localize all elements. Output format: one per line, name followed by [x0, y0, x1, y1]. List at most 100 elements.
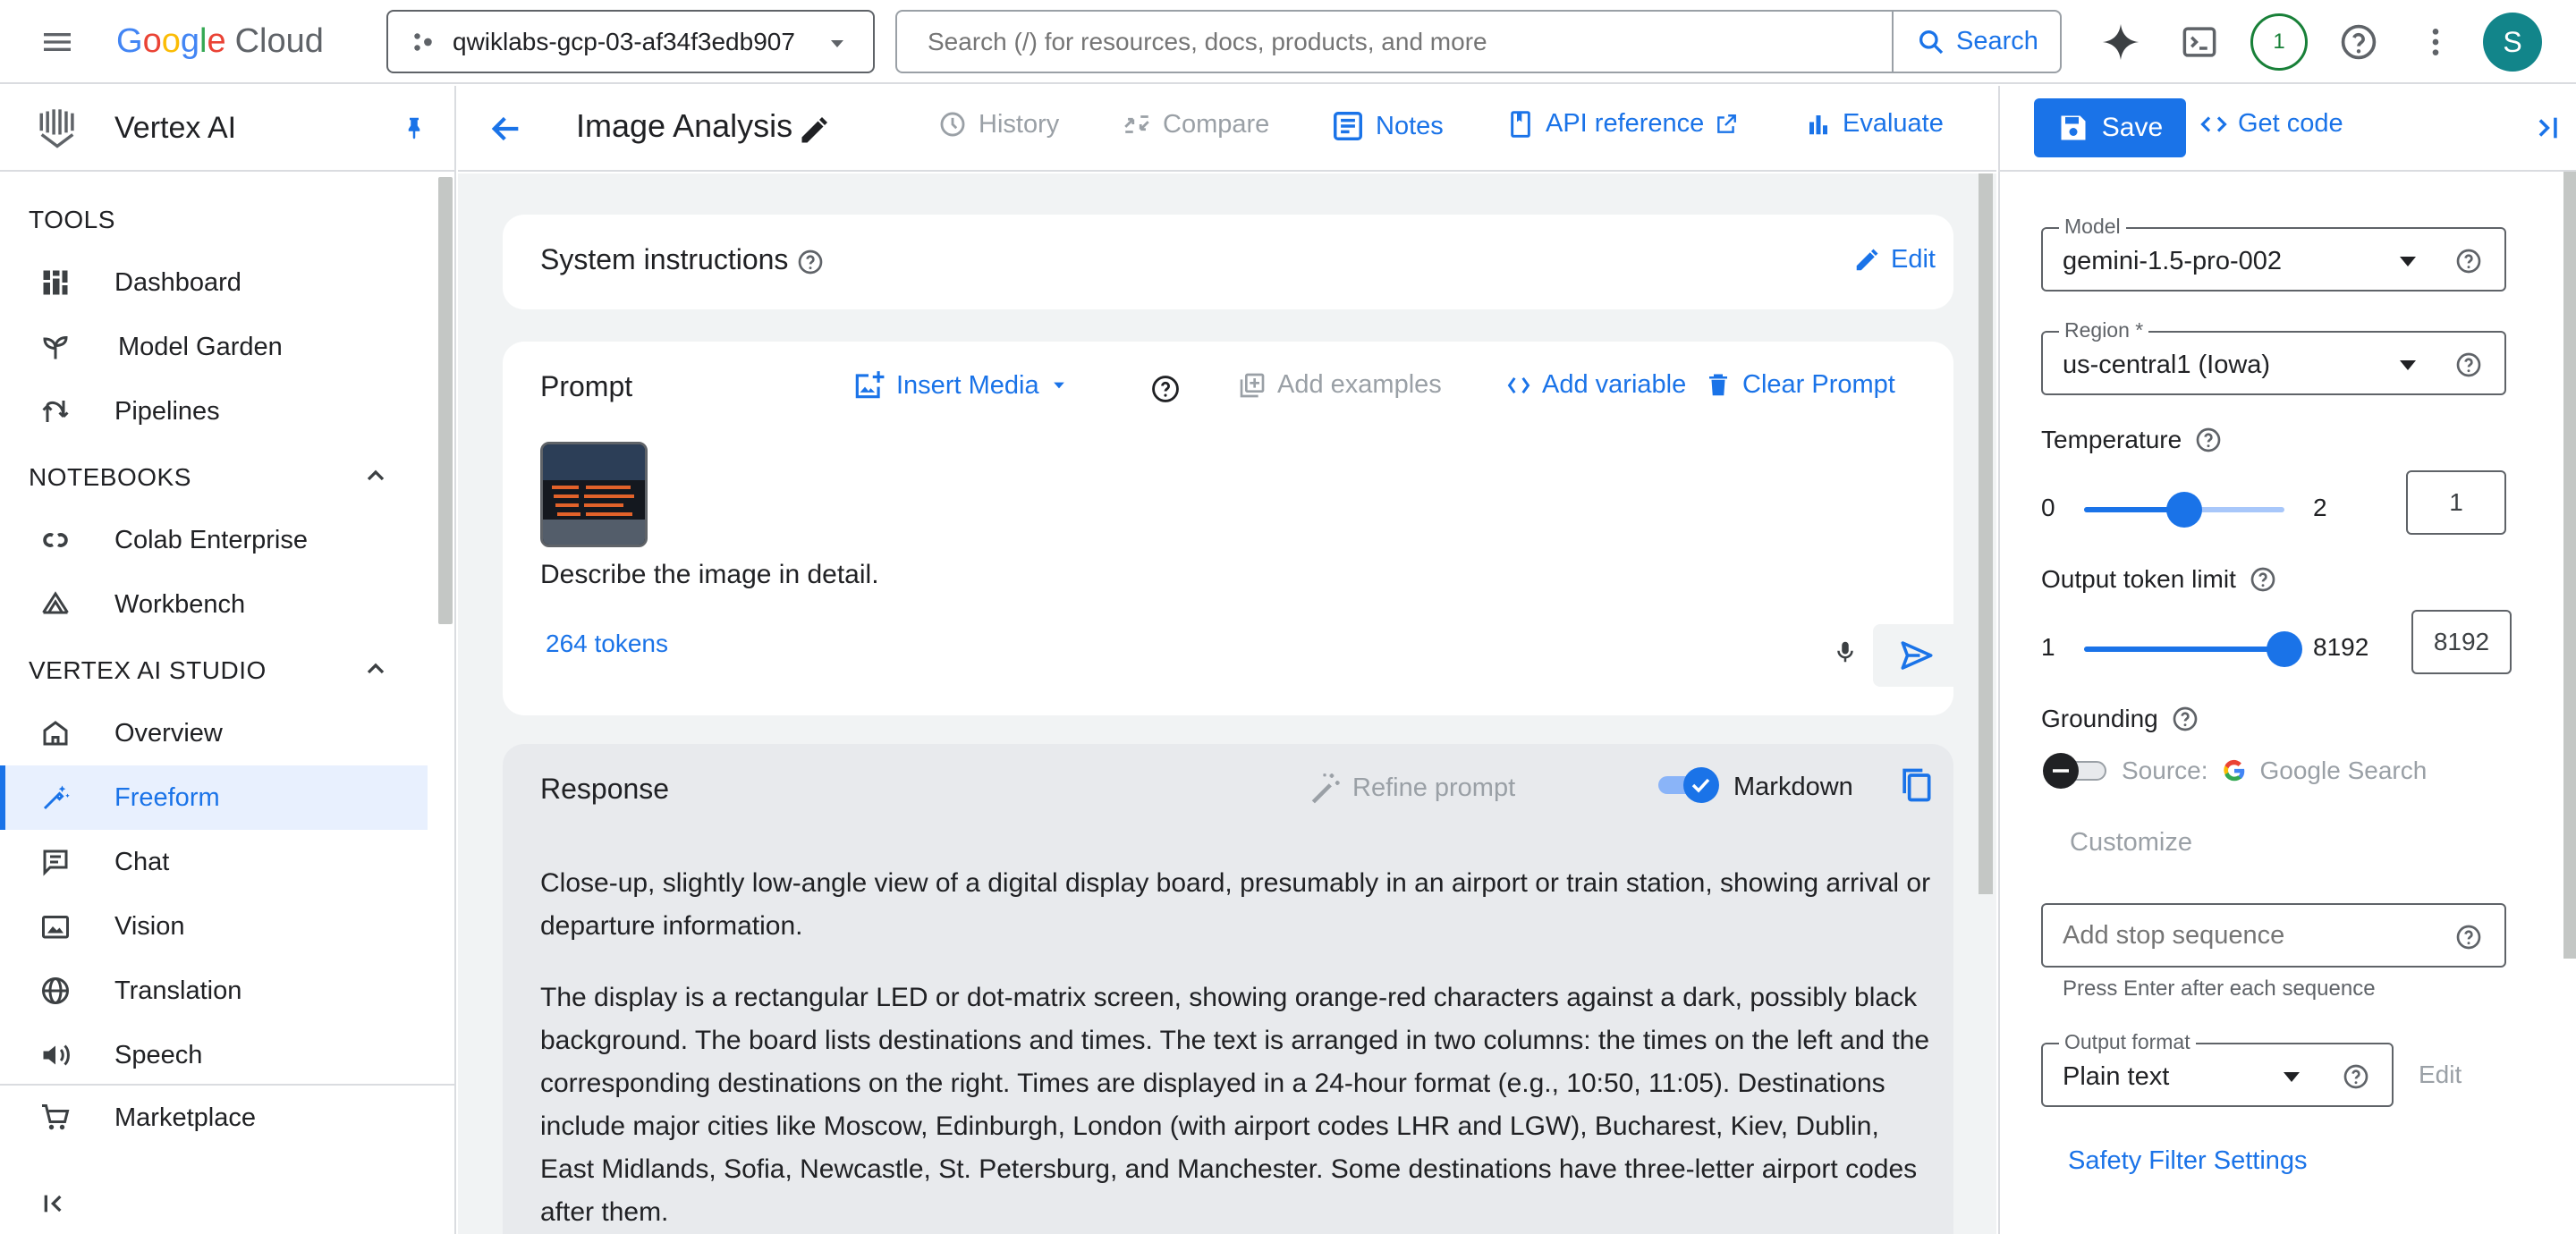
panel-scrollbar[interactable] [2563, 172, 2576, 959]
content-scrollbar[interactable] [1979, 173, 1993, 894]
evaluate-button[interactable]: Evaluate [1805, 109, 1944, 139]
freeform-icon [39, 782, 72, 814]
add-examples-button[interactable]: Add examples [1238, 370, 1442, 400]
region-select[interactable]: Region * us-central1 (Iowa) [2041, 318, 2506, 395]
nav-item-model-garden[interactable]: Model Garden [0, 315, 428, 379]
model-label: Model [2059, 215, 2126, 239]
nav-item-vision[interactable]: Vision [0, 894, 428, 959]
pin-icon[interactable] [401, 114, 428, 141]
temperature-input[interactable]: 1 [2406, 470, 2506, 535]
token-limit-slider[interactable] [2084, 631, 2302, 667]
help-circle-icon[interactable] [2454, 923, 2483, 951]
vertex-ai-logo-icon [34, 106, 80, 152]
response-paragraph: Close-up, slightly low-angle view of a d… [540, 868, 1931, 941]
nav-item-marketplace[interactable]: Marketplace [0, 1086, 428, 1150]
stop-sequence-input[interactable] [2063, 917, 2438, 953]
nav-item-workbench[interactable]: Workbench [0, 572, 428, 637]
get-code-label: Get code [2238, 109, 2343, 138]
nav-item-dashboard[interactable]: Dashboard [0, 250, 428, 315]
left-nav: Vertex AI TOOLS Dashboard Model Garden P… [0, 86, 456, 1234]
insert-media-button[interactable]: Insert Media [852, 368, 1068, 402]
output-format-edit-button[interactable]: Edit [2419, 1061, 2462, 1089]
nav-label-colab-enterprise: Colab Enterprise [114, 525, 308, 554]
edit-label: Edit [1891, 245, 1936, 274]
avatar[interactable]: S [2483, 13, 2542, 72]
collapse-nav-icon[interactable] [41, 1189, 70, 1218]
main-menu-icon[interactable] [39, 24, 75, 60]
nav-item-chat[interactable]: Chat [0, 830, 428, 894]
output-format-select[interactable]: Output format Plain text [2041, 1030, 2394, 1107]
google-cloud-logo[interactable]: Google Cloud [116, 20, 324, 63]
slider-thumb[interactable] [2166, 492, 2202, 528]
search-input[interactable] [928, 12, 1876, 72]
nav-item-pipelines[interactable]: Pipelines [0, 379, 428, 444]
notes-button[interactable]: Notes [1331, 109, 1444, 143]
top-bar: Google Cloud qwiklabs-gcp-03-af34f3edb907… [0, 0, 2576, 84]
send-button[interactable] [1873, 624, 1961, 687]
help-circle-icon[interactable] [2454, 247, 2483, 275]
stop-sequence-field [2041, 903, 2506, 968]
help-icon[interactable] [2336, 20, 2381, 64]
nav-item-freeform[interactable]: Freeform [0, 765, 428, 830]
output-format-label: Output format [2059, 1030, 2196, 1054]
nav-item-overview[interactable]: Overview [0, 701, 428, 765]
token-limit-input[interactable]: 8192 [2411, 610, 2512, 674]
send-icon [1898, 637, 1936, 674]
markdown-toggle[interactable] [1657, 765, 1721, 805]
chevron-up-icon[interactable] [361, 461, 390, 490]
refine-prompt-button[interactable]: Refine prompt [1308, 771, 1515, 805]
edit-system-instructions-button[interactable]: Edit [1853, 245, 1936, 275]
help-circle-icon[interactable] [796, 248, 825, 276]
nav-item-translation[interactable]: Translation [0, 959, 428, 1023]
help-circle-icon[interactable] [2249, 565, 2277, 594]
bar-chart-icon [1805, 111, 1832, 138]
add-variable-button[interactable]: Add variable [1506, 370, 1686, 400]
nav-item-colab-enterprise[interactable]: Colab Enterprise [0, 508, 428, 572]
more-vert-icon[interactable] [2413, 20, 2458, 64]
project-selector[interactable]: qwiklabs-gcp-03-af34f3edb907 [386, 10, 875, 73]
collapse-panel-icon[interactable] [2531, 113, 2562, 143]
help-circle-icon[interactable] [1150, 374, 1181, 404]
chevron-down-icon [826, 33, 848, 55]
output-format-value: Plain text [2063, 1062, 2170, 1091]
search-button[interactable]: Search [1892, 12, 2062, 72]
customize-button[interactable]: Customize [2070, 828, 2192, 858]
caret-down-icon [2281, 1069, 2302, 1084]
temperature-slider[interactable] [2084, 492, 2284, 528]
help-circle-icon[interactable] [2194, 426, 2223, 454]
token-count[interactable]: 264 tokens [546, 630, 668, 658]
response-paragraph: The display is a rectangular LED or dot-… [540, 983, 1930, 1227]
cart-icon [39, 1102, 72, 1134]
pencil-icon[interactable] [798, 114, 830, 147]
slider-thumb[interactable] [2267, 631, 2302, 667]
copy-icon[interactable] [1896, 765, 1936, 805]
microphone-icon[interactable] [1832, 638, 1859, 665]
api-reference-link[interactable]: API reference [1506, 109, 1738, 139]
nav-label-chat: Chat [114, 847, 170, 876]
nav-section-vertex-ai-studio: VERTEX AI STUDIO [29, 656, 267, 684]
save-button[interactable]: Save [2034, 98, 2186, 157]
help-circle-icon[interactable] [2171, 705, 2199, 733]
system-instructions-card[interactable]: System instructions Edit [503, 215, 1953, 309]
clear-prompt-button[interactable]: Clear Prompt [1705, 370, 1895, 400]
cloud-shell-icon[interactable] [2177, 20, 2222, 64]
help-circle-icon[interactable] [2342, 1062, 2370, 1091]
arrow-back-icon[interactable] [488, 111, 524, 147]
notifications-badge[interactable]: 1 [2250, 13, 2308, 71]
compare-button[interactable]: Compare [1122, 109, 1269, 139]
compare-icon [1122, 109, 1152, 139]
safety-filter-settings-link[interactable]: Safety Filter Settings [2068, 1146, 2308, 1176]
history-button[interactable]: History [937, 109, 1059, 139]
uploaded-image-thumbnail[interactable] [540, 442, 648, 547]
nav-item-speech[interactable]: Speech [0, 1023, 428, 1087]
grounding-toggle[interactable] [2041, 751, 2109, 790]
notification-count: 1 [2273, 30, 2285, 54]
model-select[interactable]: Model gemini-1.5-pro-002 [2041, 215, 2506, 292]
grounding-row: Source: Google Search [2041, 751, 2427, 790]
nav-scrollbar[interactable] [438, 177, 453, 624]
chevron-up-icon[interactable] [361, 655, 390, 683]
prompt-text[interactable]: Describe the image in detail. [540, 560, 879, 590]
help-circle-icon[interactable] [2454, 351, 2483, 379]
gemini-sparkle-icon[interactable] [2098, 20, 2143, 64]
get-code-button[interactable]: Get code [2200, 109, 2343, 139]
